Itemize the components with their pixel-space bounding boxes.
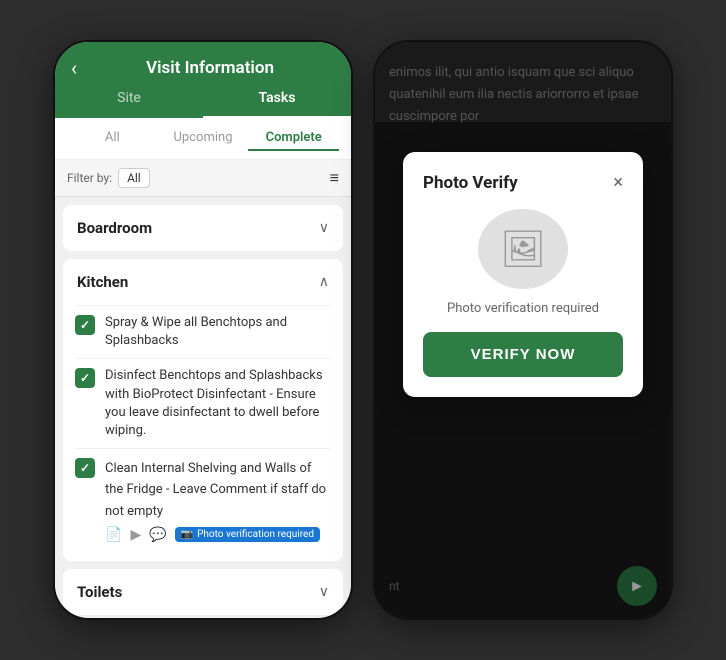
chevron-down-icon: ∨ [319,220,329,236]
modal-overlay: Photo Verify × 🖼 Photo verification requ… [375,122,671,618]
phone-right: enimos ilit, qui antio isquam que sci al… [373,40,673,620]
filter-by-label: Filter by: [67,171,112,185]
back-button[interactable]: ‹ [71,56,77,80]
section-kitchen-title: Kitchen [77,273,128,291]
tab-complete[interactable]: Complete [248,126,339,151]
task-item: Spray & Wipe all Benchtops and Splashbac… [75,305,331,358]
chevron-up-icon: ∧ [319,274,329,290]
photo-verify-modal: Photo Verify × 🖼 Photo verification requ… [403,152,643,397]
page-title: Visit Information [85,58,335,78]
section-kitchen: Kitchen ∧ Spray & Wipe all Benchtops and… [63,259,343,561]
section-kitchen-header[interactable]: Kitchen ∧ [63,259,343,305]
section-boardroom: Boardroom ∨ [63,205,343,251]
section-toilets-title: Toilets [77,583,122,601]
tab-upcoming[interactable]: Upcoming [158,126,249,151]
task-content-3: Clean Internal Shelving and Walls of the… [105,457,331,543]
filter-bar: Filter by: All ≡ [55,160,351,197]
task-item: Clean Internal Shelving and Walls of the… [75,448,331,551]
filter-value[interactable]: All [118,168,150,188]
photo-verify-badge-text: Photo verification required [197,529,314,540]
task-checkbox-3[interactable] [75,458,95,478]
secondary-tabs: All Upcoming Complete [55,118,351,160]
task-checkbox-2[interactable] [75,368,95,388]
modal-title: Photo Verify [423,173,518,193]
comment-icon[interactable]: 💬 [149,527,166,543]
task-checkbox-1[interactable] [75,315,95,335]
section-toilets-header[interactable]: Toilets ∨ [63,569,343,615]
task-text-3: Clean Internal Shelving and Walls of the… [105,461,326,518]
tab-site[interactable]: Site [55,80,203,118]
task-text-1: Spray & Wipe all Benchtops and Splashbac… [105,314,331,350]
primary-tabs: Site Tasks [55,80,351,118]
section-boardroom-title: Boardroom [77,219,152,237]
phone-left: ‹ Visit Information Site Tasks All Upcom… [53,40,353,620]
tab-tasks[interactable]: Tasks [203,80,351,118]
modal-close-button[interactable]: × [613,172,623,193]
screen-container: ‹ Visit Information Site Tasks All Upcom… [0,0,726,660]
modal-description: Photo verification required [423,301,623,316]
modal-header: Photo Verify × [423,172,623,193]
verify-now-button[interactable]: VERIFY NOW [423,332,623,377]
play-icon[interactable]: ▶ [130,527,141,543]
photo-verify-badge[interactable]: 📷 Photo verification required [175,527,320,542]
task-icon-row: 📄 ▶ 💬 📷 Photo verification required [105,527,331,543]
modal-image-placeholder: 🖼 [478,209,568,289]
task-scroll-area[interactable]: Boardroom ∨ Kitchen ∧ Spray & Wipe all B… [55,197,351,618]
document-icon[interactable]: 📄 [105,527,122,543]
section-toilets: Toilets ∨ [63,569,343,615]
tab-all[interactable]: All [67,126,158,151]
task-item: Disinfect Benchtops and Splashbacks with… [75,358,331,448]
kitchen-task-list: Spray & Wipe all Benchtops and Splashbac… [63,305,343,561]
filter-icon[interactable]: ≡ [330,168,339,188]
section-boardroom-header[interactable]: Boardroom ∨ [63,205,343,251]
image-icon: 🖼 [500,228,546,270]
app-header: ‹ Visit Information [55,42,351,80]
chevron-down-icon: ∨ [319,584,329,600]
task-text-2: Disinfect Benchtops and Splashbacks with… [105,367,331,440]
